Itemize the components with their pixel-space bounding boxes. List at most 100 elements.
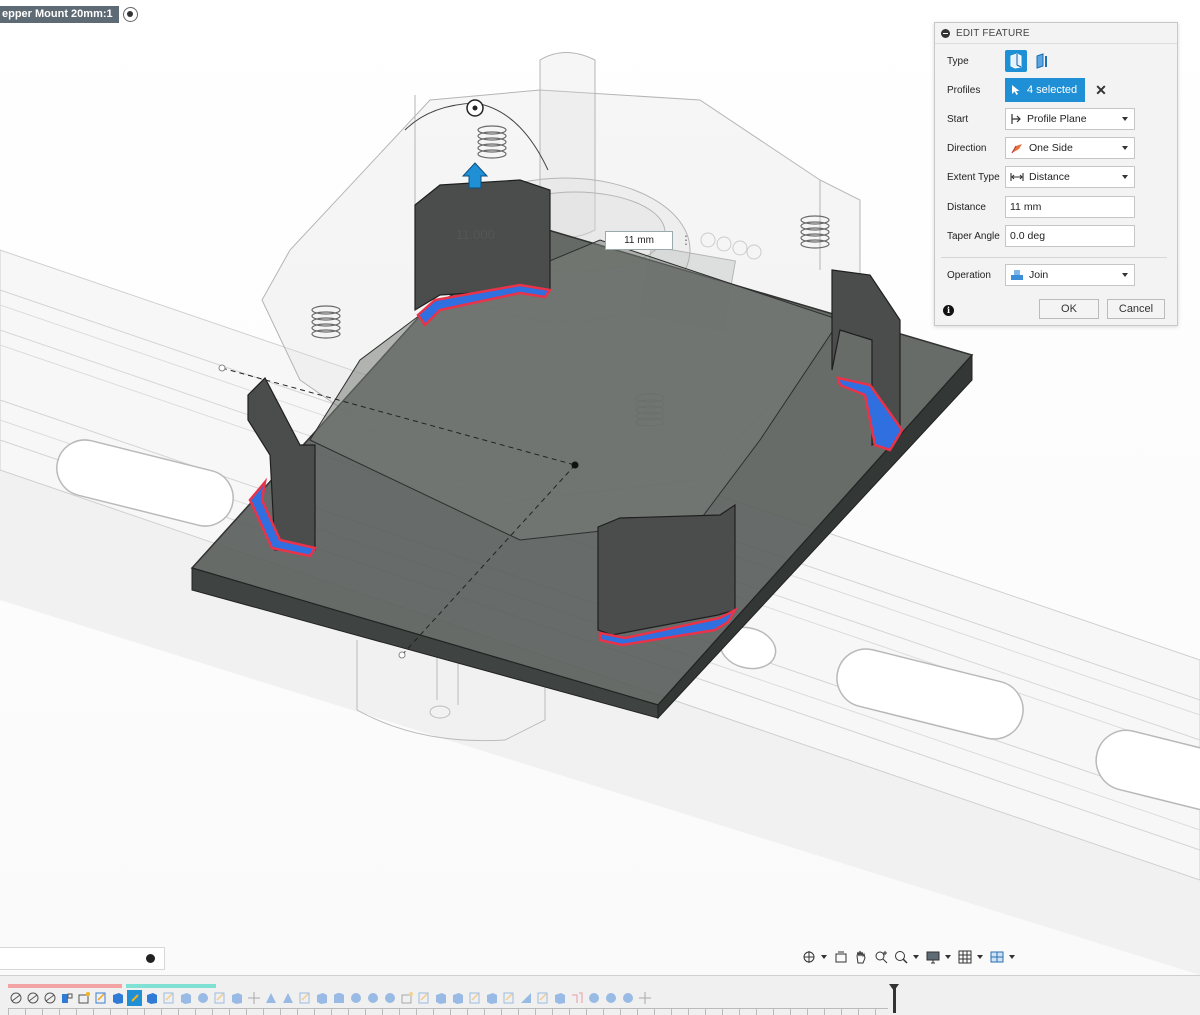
distance-input[interactable]: 11 mm (1005, 196, 1135, 218)
row-type: Type (935, 48, 1177, 74)
timeline-playhead[interactable] (889, 984, 899, 1013)
design-timeline[interactable] (0, 975, 1200, 1015)
timeline-feature-icon[interactable] (552, 990, 567, 1006)
info-icon[interactable]: i (943, 304, 954, 316)
profiles-label: Profiles (947, 84, 981, 96)
timeline-feature-icon[interactable] (467, 990, 482, 1006)
timeline-feature-icon[interactable] (450, 990, 465, 1006)
join-icon (1011, 270, 1023, 280)
timeline-feature-icon[interactable] (433, 990, 448, 1006)
row-profiles: Profiles 4 selected ✕ (935, 77, 1177, 103)
add-comment-icon[interactable] (146, 954, 155, 963)
panel-title: EDIT FEATURE (956, 27, 1030, 39)
timeline-feature-icon[interactable] (603, 990, 618, 1006)
operation-dropdown[interactable]: Join (1005, 264, 1135, 286)
collapse-icon[interactable] (941, 28, 950, 38)
cursor-arrow-icon (1012, 85, 1020, 95)
timeline-group-marker (126, 984, 216, 988)
timeline-feature-icon[interactable] (637, 990, 652, 1006)
distance-label: Distance (947, 201, 986, 213)
timeline-feature-icon[interactable] (110, 990, 125, 1006)
one-side-icon (1011, 144, 1022, 154)
ok-button[interactable]: OK (1039, 299, 1099, 319)
timeline-feature-icon[interactable] (501, 990, 516, 1006)
timeline-feature-icon[interactable] (195, 990, 210, 1006)
timeline-feature-icon[interactable] (229, 990, 244, 1006)
timeline-feature-icon[interactable] (93, 990, 108, 1006)
row-operation: Operation Join (935, 262, 1177, 288)
taper-angle-label: Taper Angle (947, 230, 1000, 242)
extent-type-dropdown[interactable]: Distance (1005, 166, 1135, 188)
orbit-icon[interactable] (800, 947, 818, 967)
thin-type-button[interactable] (1031, 50, 1053, 72)
chevron-down-icon (1122, 273, 1128, 277)
comments-panel[interactable] (0, 947, 165, 970)
document-title: epper Mount 20mm:1 (0, 5, 119, 23)
zoom-window-icon[interactable] (892, 947, 910, 967)
timeline-feature-icon[interactable] (535, 990, 550, 1006)
distance-heads-up-input[interactable]: 11 mm (605, 231, 673, 250)
row-taper-angle: Taper Angle 0.0 deg (935, 223, 1177, 249)
sketch-point (398, 651, 406, 659)
timeline-feature-icon[interactable] (42, 990, 57, 1006)
timeline-feature-icon[interactable] (348, 990, 363, 1006)
direction-dropdown[interactable]: One Side (1005, 137, 1135, 159)
cancel-button[interactable]: Cancel (1107, 299, 1165, 319)
kebab-menu-icon[interactable]: ⋮ (680, 233, 692, 248)
pan-icon[interactable] (852, 947, 870, 967)
panel-divider (941, 257, 1167, 258)
timeline-feature-icon[interactable] (8, 990, 23, 1006)
timeline-feature-icon[interactable] (314, 990, 329, 1006)
sketch-point (218, 364, 226, 372)
document-tab[interactable]: epper Mount 20mm:1 (0, 5, 138, 23)
clear-selection-icon[interactable]: ✕ (1095, 82, 1107, 99)
timeline-feature-icon[interactable] (76, 990, 91, 1006)
timeline-group-marker (8, 984, 122, 988)
timeline-feature-icon[interactable] (297, 990, 312, 1006)
timeline-feature-icon[interactable] (365, 990, 380, 1006)
start-dropdown[interactable]: Profile Plane (1005, 108, 1135, 130)
taper-angle-input[interactable]: 0.0 deg (1005, 225, 1135, 247)
profiles-select-button[interactable]: 4 selected (1005, 78, 1086, 102)
timeline-feature-icon[interactable] (586, 990, 601, 1006)
timeline-feature-icon[interactable] (331, 990, 346, 1006)
timeline-feature-icon[interactable] (144, 990, 159, 1006)
activate-component-icon[interactable] (122, 6, 138, 22)
solid-type-button[interactable] (1005, 50, 1027, 72)
chevron-down-icon (1122, 146, 1128, 150)
panel-header[interactable]: EDIT FEATURE (935, 23, 1177, 44)
distance-icon (1010, 173, 1024, 181)
chevron-down-icon[interactable] (1009, 955, 1015, 959)
chevron-down-icon[interactable] (977, 955, 983, 959)
viewports-icon[interactable] (988, 947, 1006, 967)
timeline-feature-icon[interactable] (280, 990, 295, 1006)
timeline-feature-icon[interactable] (212, 990, 227, 1006)
timeline-feature-icon[interactable] (127, 990, 142, 1006)
chevron-down-icon (1122, 175, 1128, 179)
timeline-feature-icon[interactable] (161, 990, 176, 1006)
timeline-feature-icon[interactable] (569, 990, 584, 1006)
timeline-feature-icon[interactable] (178, 990, 193, 1006)
timeline-feature-icon[interactable] (382, 990, 397, 1006)
profile-plane-icon (1011, 114, 1021, 124)
timeline-feature-icon[interactable] (246, 990, 261, 1006)
chevron-down-icon[interactable] (913, 955, 919, 959)
timeline-feature-icon[interactable] (399, 990, 414, 1006)
edit-feature-panel: EDIT FEATURE Type Profiles 4 selected ✕ … (934, 22, 1178, 326)
row-distance: Distance 11 mm (935, 194, 1177, 220)
grid-icon[interactable] (956, 947, 974, 967)
timeline-feature-icon[interactable] (25, 990, 40, 1006)
look-at-icon[interactable] (832, 947, 850, 967)
chevron-down-icon[interactable] (821, 955, 827, 959)
timeline-feature-icon[interactable] (263, 990, 278, 1006)
timeline-feature-icon[interactable] (416, 990, 431, 1006)
thin-extrude-icon (1036, 53, 1047, 69)
display-settings-icon[interactable] (924, 947, 942, 967)
timeline-feature-icon[interactable] (484, 990, 499, 1006)
timeline-feature-icon[interactable] (620, 990, 635, 1006)
zoom-icon[interactable] (872, 947, 890, 967)
timeline-feature-icon[interactable] (59, 990, 74, 1006)
chevron-down-icon[interactable] (945, 955, 951, 959)
timeline-feature-icon[interactable] (518, 990, 533, 1006)
dimension-label: 11.000 (456, 227, 495, 242)
